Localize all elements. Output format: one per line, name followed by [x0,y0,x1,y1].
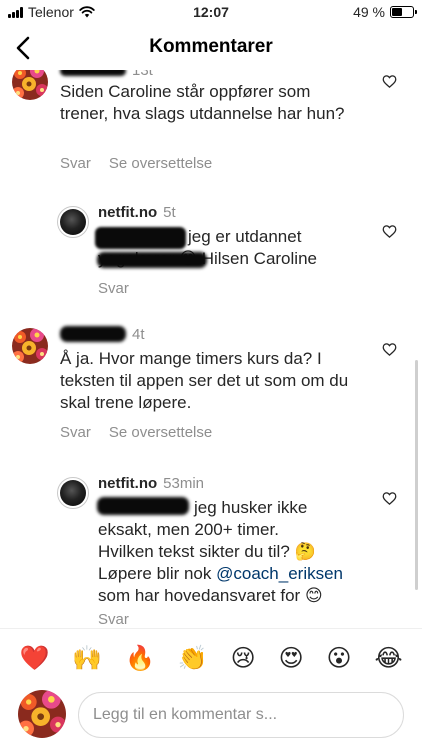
battery-icon [390,6,417,18]
battery-percent: 49 % [353,4,385,20]
avatar[interactable] [12,328,48,364]
redacted-username [60,326,126,342]
reply-button[interactable]: Svar [98,280,129,297]
redaction-blob [97,252,207,268]
reply-button[interactable]: Svar [98,611,129,628]
comment-text: Å ja. Hvor mange timers kurs da? I tekst… [60,349,349,412]
comment-time: 13t [132,70,153,79]
comments-list: 13t Siden Caroline står oppfører som tre… [0,70,422,628]
comment-item: netfit.no 5t @eriksemv jeg er utdannet y… [0,204,422,304]
comment-actions: Svar [98,280,129,297]
like-heart-icon[interactable] [382,74,397,89]
comment-username[interactable]: netfit.no [98,475,157,492]
like-heart-icon[interactable] [382,342,397,357]
avatar[interactable] [57,477,89,509]
emoji-bar: ❤️ 🙌 🔥 👏 😢 😍 😮 😂 [0,640,422,678]
comment-text: jeg husker ikke eksakt, men 200+ timer. … [98,498,344,605]
emoji-crying-button[interactable]: 😢 [231,647,256,671]
status-bar: Telenor 12:07 49 % [0,0,422,24]
avatar[interactable] [57,206,89,238]
emoji-heart-button[interactable]: ❤️ [19,647,49,671]
scrollbar[interactable] [415,360,418,590]
header: Kommentarer [0,26,422,70]
comment-text: Siden Caroline står oppfører som trener,… [60,82,345,123]
comment-item: 13t Siden Caroline står oppfører som tre… [0,70,422,180]
comment-time: 4t [132,326,145,343]
emoji-heart-eyes-button[interactable]: 😍 [279,647,304,671]
comment-time: 5t [163,204,176,221]
reply-button[interactable]: Svar [60,424,91,441]
current-user-avatar [18,690,66,738]
comment-time: 53min [163,475,205,492]
comment-item: netfit.no 53min jeg husker ikke eksakt, … [0,475,422,628]
comment-input[interactable] [78,692,404,738]
avatar[interactable] [12,70,48,100]
redacted-mention: @eriksemv [98,227,184,246]
comment-input-row [0,688,422,744]
translate-button[interactable]: Se oversettelse [109,424,212,441]
like-heart-icon[interactable] [382,224,397,239]
like-heart-icon[interactable] [382,491,397,506]
emoji-surprised-button[interactable]: 😮 [327,647,352,671]
comment-actions: Svar [98,611,129,628]
emoji-raised-hands-button[interactable]: 🙌 [72,647,102,671]
redacted-username [60,70,126,76]
divider [0,628,422,629]
emoji-clap-button[interactable]: 👏 [178,647,208,671]
comment-actions: Svar Se oversettelse [60,424,212,441]
page-title: Kommentarer [149,36,273,57]
translate-button[interactable]: Se oversettelse [109,155,212,172]
mention-link[interactable]: @coach_eriksen [216,564,343,583]
reply-button[interactable]: Svar [60,155,91,172]
emoji-fire-button[interactable]: 🔥 [125,647,155,671]
status-right: 49 % [353,4,417,20]
comment-actions: Svar Se oversettelse [60,155,212,172]
emoji-laughing-button[interactable]: 😂 [374,647,402,671]
comment-username[interactable]: netfit.no [98,204,157,221]
comment-item: 4t Å ja. Hvor mange timers kurs da? I te… [0,326,422,456]
